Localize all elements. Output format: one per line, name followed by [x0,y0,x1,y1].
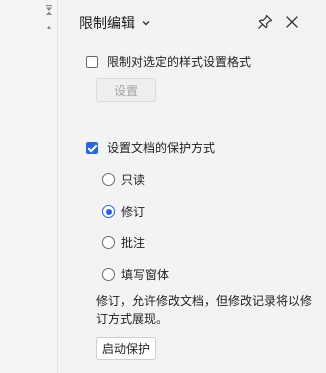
formatting-settings-button[interactable]: 设置 [96,78,156,102]
option-label: 只读 [121,173,146,187]
protection-method-label: 设置文档的保护方式 [107,141,216,155]
restrict-formatting-checkbox-row[interactable]: 限制对选定的样式设置格式 [86,53,251,70]
close-icon[interactable] [283,13,301,31]
option-label: 填写窗体 [121,268,170,282]
scroll-arrows-icon[interactable] [43,4,55,32]
option-comments[interactable]: 批注 [102,234,145,251]
option-read-only[interactable]: 只读 [102,171,145,188]
option-fill-forms[interactable]: 填写窗体 [102,266,169,283]
panel-header[interactable]: 限制编辑 [79,12,151,34]
document-edge-strip [0,0,58,373]
protection-description: 修订，允许修改文档，但修改记录将以修订方式展现。 [96,294,313,326]
restrict-formatting-checkbox[interactable] [86,55,98,68]
protection-method-checkbox-row[interactable]: 设置文档的保护方式 [86,139,215,156]
panel-title: 限制编辑 [79,16,135,32]
option-label: 修订 [121,205,146,219]
option-label: 批注 [121,236,146,250]
restrict-formatting-label: 限制对选定的样式设置格式 [107,55,252,69]
read-only-radio[interactable] [102,173,115,186]
restrict-editing-window: 限制编辑 限制对选定的样式设置格式 设置 设置文档的保护方式 只读 修订 批注 … [0,0,326,373]
fill-forms-radio[interactable] [102,268,115,281]
pin-icon[interactable] [256,13,274,31]
restrict-editing-panel: 限制编辑 限制对选定的样式设置格式 设置 设置文档的保护方式 只读 修订 批注 … [59,0,326,373]
protection-method-checkbox[interactable] [86,141,98,154]
option-track-changes[interactable]: 修订 [102,203,145,220]
comments-radio[interactable] [102,236,115,249]
scroll-arrows-glyph [46,5,52,29]
start-protection-button[interactable]: 启动保护 [96,337,156,360]
chevron-down-icon[interactable] [141,18,151,28]
track-changes-radio[interactable] [102,205,115,218]
